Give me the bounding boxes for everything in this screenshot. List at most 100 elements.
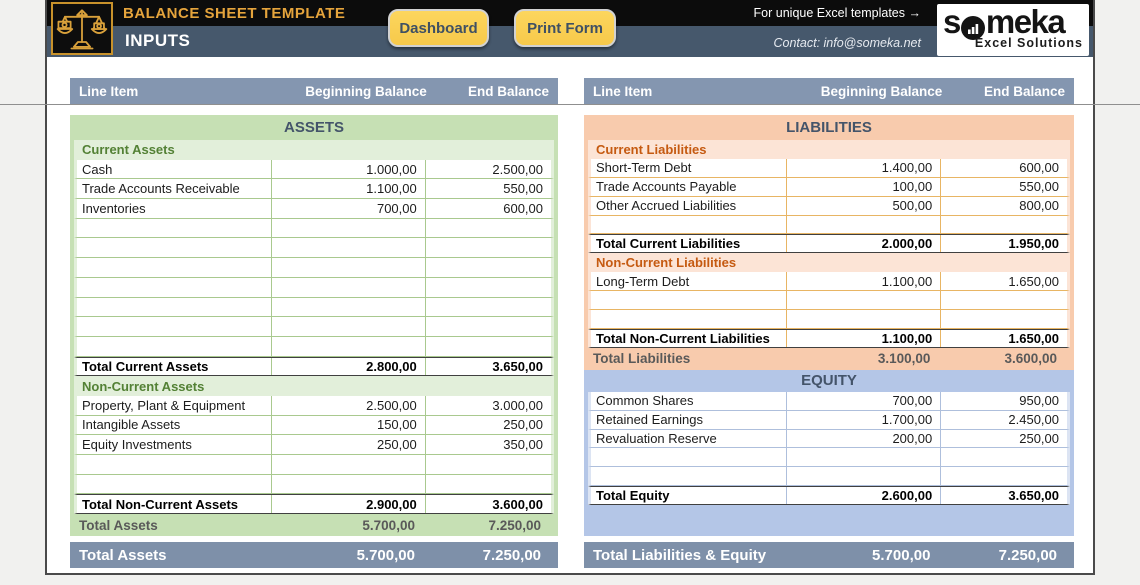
cell-beginning-balance[interactable] xyxy=(271,258,424,277)
cell-beginning-balance[interactable]: 700,00 xyxy=(271,199,424,218)
worksheet-panel: BALANCE SHEET TEMPLATE INPUTS Dashboard … xyxy=(45,0,1095,575)
cell-end-balance[interactable] xyxy=(425,475,551,494)
cell-line-item[interactable]: Cash xyxy=(77,162,271,177)
table-row-total: Total Non-Current Assets2.900,003.600,00 xyxy=(70,494,558,514)
cell-beginning-balance[interactable]: 200,00 xyxy=(786,430,940,448)
cell-line-item[interactable]: Common Shares xyxy=(591,393,786,408)
cell-beginning-balance[interactable] xyxy=(786,216,940,234)
cell-end-balance[interactable] xyxy=(940,448,1067,466)
cell-line-item: Total Current Liabilities xyxy=(591,236,786,251)
cell-line-item[interactable]: Trade Accounts Receivable xyxy=(77,181,271,196)
table-row-section: Non-Current Liabilities xyxy=(584,253,1074,272)
table-row-band: Total Assets5.700,007.250,00 xyxy=(70,514,558,536)
table-row-section: Current Liabilities xyxy=(584,140,1074,159)
cell-line-item[interactable]: Trade Accounts Payable xyxy=(591,179,786,194)
cell-end-balance[interactable]: 1.650,00 xyxy=(940,272,1067,290)
cell-end-balance[interactable]: 2.500,00 xyxy=(425,160,551,179)
cell-beginning-balance[interactable] xyxy=(271,337,424,356)
cell-end-balance[interactable]: 550,00 xyxy=(425,179,551,198)
cell-beginning-balance[interactable] xyxy=(271,475,424,494)
col-end-balance: End Balance xyxy=(427,84,549,99)
cell-end-balance[interactable] xyxy=(425,298,551,317)
cell-beginning-balance[interactable] xyxy=(786,448,940,466)
table-row-data: Inventories700,00600,00 xyxy=(70,199,558,219)
cell-beginning-balance[interactable]: 2.500,00 xyxy=(271,396,424,415)
cell-beginning-balance[interactable]: 500,00 xyxy=(786,197,940,215)
table-row-data: Retained Earnings1.700,002.450,00 xyxy=(584,411,1074,430)
cell-end-balance: 7.250,00 xyxy=(423,518,549,533)
someka-logo[interactable]: smeka Excel Solutions xyxy=(937,4,1089,56)
cell-end-balance[interactable] xyxy=(425,455,551,474)
cell-end-balance[interactable]: 3.000,00 xyxy=(425,396,551,415)
cell-beginning-balance: 2.800,00 xyxy=(271,358,424,376)
cell-end-balance[interactable] xyxy=(425,337,551,356)
cell-end-balance[interactable] xyxy=(940,467,1067,485)
cell-beginning-balance[interactable]: 700,00 xyxy=(786,392,940,410)
cell-beginning-balance[interactable] xyxy=(786,467,940,485)
cell-line-item[interactable]: Long-Term Debt xyxy=(591,274,786,289)
cell-line-item[interactable]: Property, Plant & Equipment xyxy=(77,398,271,413)
cell-end-balance[interactable]: 2.450,00 xyxy=(940,411,1067,429)
cell-beginning-balance: 2.000,00 xyxy=(786,235,940,252)
table-row-data: Intangible Assets150,00250,00 xyxy=(70,416,558,436)
cell-beginning-balance[interactable]: 250,00 xyxy=(271,435,424,454)
cell-end-balance[interactable] xyxy=(425,258,551,277)
cell-end-balance[interactable]: 350,00 xyxy=(425,435,551,454)
col-end-balance: End Balance xyxy=(942,84,1065,99)
cell-beginning-balance[interactable] xyxy=(271,298,424,317)
cell-end-balance[interactable] xyxy=(940,291,1067,309)
cell-beginning-balance[interactable] xyxy=(786,310,940,328)
cell-beginning-balance[interactable] xyxy=(271,278,424,297)
cell-end-balance[interactable]: 250,00 xyxy=(425,416,551,435)
print-form-button[interactable]: Print Form xyxy=(514,9,616,47)
cell-end-balance[interactable] xyxy=(425,278,551,297)
cell-line-item[interactable]: Short-Term Debt xyxy=(591,160,786,175)
cell-line-item[interactable]: Intangible Assets xyxy=(77,417,271,432)
cell-line-item: Total Equity xyxy=(591,488,786,503)
cell-end-balance[interactable]: 550,00 xyxy=(940,178,1067,196)
cell-beginning-balance[interactable]: 1.100,00 xyxy=(271,179,424,198)
table-row-total: Total Current Liabilities2.000,001.950,0… xyxy=(584,234,1074,253)
cell-beginning-balance: 2.600,00 xyxy=(786,487,940,504)
total-assets-beginning: 5.700,00 xyxy=(270,547,423,564)
cell-line-item[interactable]: Revaluation Reserve xyxy=(591,431,786,446)
contact-email[interactable]: Contact: info@someka.net xyxy=(774,36,922,50)
cell-line-item[interactable]: Inventories xyxy=(77,201,271,216)
cell-beginning-balance[interactable] xyxy=(271,219,424,238)
total-assets-label: Total Assets xyxy=(79,547,270,564)
cell-beginning-balance[interactable] xyxy=(786,291,940,309)
cell-beginning-balance[interactable]: 150,00 xyxy=(271,416,424,435)
cell-line-item[interactable]: Equity Investments xyxy=(77,437,271,452)
cell-beginning-balance[interactable]: 1.700,00 xyxy=(786,411,940,429)
cell-end-balance[interactable]: 250,00 xyxy=(940,430,1067,448)
dashboard-button[interactable]: Dashboard xyxy=(388,9,489,47)
cell-end-balance[interactable] xyxy=(940,310,1067,328)
section-title: ASSETS xyxy=(284,119,344,136)
cell-end-balance[interactable] xyxy=(425,317,551,336)
cell-beginning-balance: 5.700,00 xyxy=(270,518,423,533)
cell-end-balance: 3.650,00 xyxy=(940,487,1067,504)
table-row-data: Common Shares700,00950,00 xyxy=(584,392,1074,411)
cell-end-balance[interactable]: 600,00 xyxy=(940,159,1067,177)
cell-line-item[interactable]: Other Accrued Liabilities xyxy=(591,198,786,213)
cell-end-balance[interactable] xyxy=(940,216,1067,234)
cell-line-item: Non-Current Assets xyxy=(77,379,551,394)
cell-beginning-balance: 1.100,00 xyxy=(786,330,940,347)
cell-beginning-balance[interactable]: 1.000,00 xyxy=(271,160,424,179)
cell-beginning-balance[interactable]: 100,00 xyxy=(786,178,940,196)
page-title: BALANCE SHEET TEMPLATE xyxy=(123,5,345,22)
cell-line-item: Current Assets xyxy=(77,142,551,157)
cell-end-balance[interactable]: 800,00 xyxy=(940,197,1067,215)
cell-end-balance[interactable] xyxy=(425,219,551,238)
cell-line-item[interactable]: Retained Earnings xyxy=(591,412,786,427)
cell-beginning-balance[interactable] xyxy=(271,317,424,336)
promo-link[interactable]: For unique Excel templates → xyxy=(754,6,921,20)
cell-beginning-balance[interactable] xyxy=(271,238,424,257)
cell-beginning-balance[interactable] xyxy=(271,455,424,474)
cell-beginning-balance[interactable]: 1.400,00 xyxy=(786,159,940,177)
cell-beginning-balance[interactable]: 1.100,00 xyxy=(786,272,940,290)
cell-beginning-balance: 3.100,00 xyxy=(785,351,939,366)
cell-end-balance[interactable]: 950,00 xyxy=(940,392,1067,410)
cell-end-balance[interactable] xyxy=(425,238,551,257)
cell-end-balance[interactable]: 600,00 xyxy=(425,199,551,218)
